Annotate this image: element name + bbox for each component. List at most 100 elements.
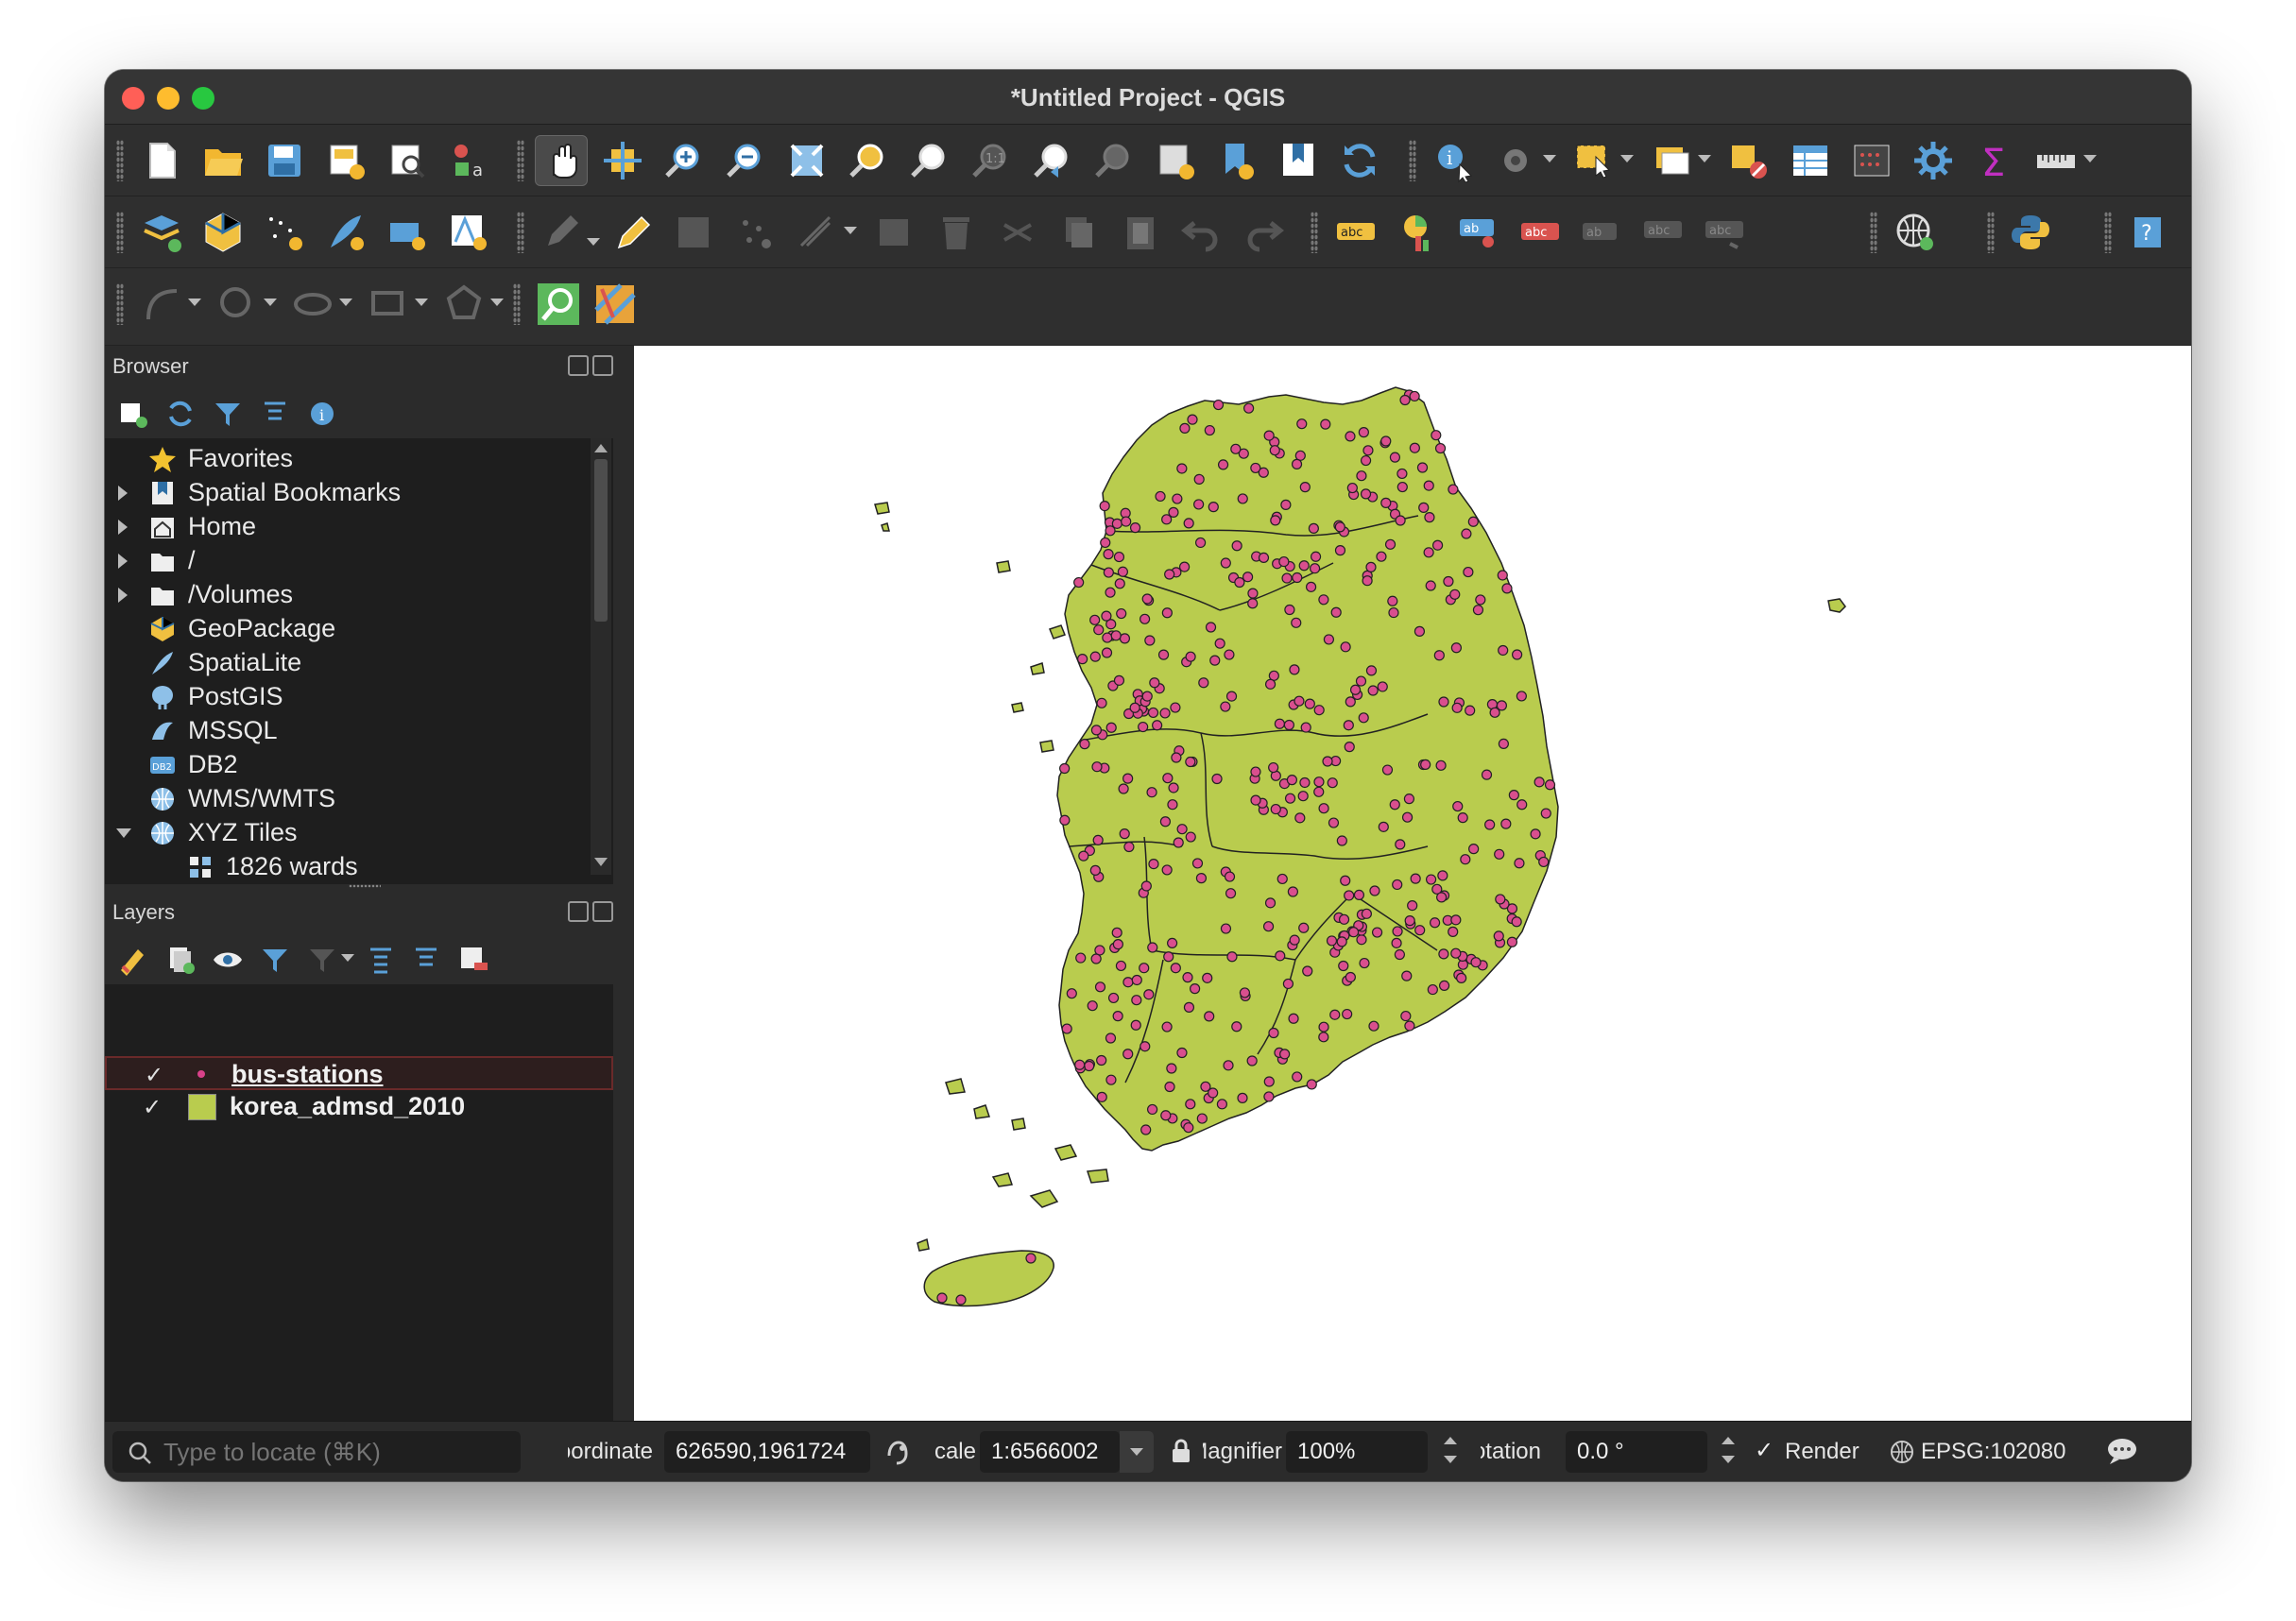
bus-station-point[interactable] xyxy=(1288,1013,1299,1024)
bus-station-point[interactable] xyxy=(1250,794,1261,806)
bus-station-point[interactable] xyxy=(1102,632,1113,643)
bus-station-point[interactable] xyxy=(1119,633,1131,644)
bus-station-point[interactable] xyxy=(1380,435,1392,447)
bus-station-point[interactable] xyxy=(1195,873,1208,884)
bus-station-point[interactable] xyxy=(1394,948,1405,961)
identify-features-icon[interactable]: i xyxy=(1428,135,1481,186)
bus-station-point[interactable] xyxy=(1500,818,1512,829)
bus-station-point[interactable] xyxy=(1146,787,1157,798)
bus-station-point[interactable] xyxy=(1196,1113,1208,1124)
render-checkbox[interactable]: ✓ xyxy=(1755,1437,1773,1464)
new-geopackage-layer-icon[interactable] xyxy=(197,207,249,258)
bus-station-point[interactable] xyxy=(1172,493,1183,504)
bus-station-point[interactable] xyxy=(1089,864,1101,876)
bus-station-point[interactable] xyxy=(1292,572,1303,584)
bus-station-point[interactable] xyxy=(1114,578,1125,589)
bus-station-point[interactable] xyxy=(1377,681,1388,692)
bus-station-point[interactable] xyxy=(1360,488,1372,500)
bus-station-point[interactable] xyxy=(1224,871,1236,882)
bus-station-point[interactable] xyxy=(1328,817,1340,828)
bus-station-point[interactable] xyxy=(1274,718,1285,729)
bus-station-point[interactable] xyxy=(1129,702,1140,713)
bus-station-point[interactable] xyxy=(1306,1079,1317,1090)
bus-station-point[interactable] xyxy=(1433,650,1445,661)
bus-station-point[interactable] xyxy=(1427,983,1438,996)
bus-station-point[interactable] xyxy=(1450,914,1462,926)
bus-station-point[interactable] xyxy=(1178,561,1191,572)
bus-station-point[interactable] xyxy=(1358,427,1369,438)
bus-station-point[interactable] xyxy=(1489,707,1500,718)
tree-item-postgis[interactable]: PostGIS xyxy=(105,680,587,714)
bus-station-point[interactable] xyxy=(1465,705,1476,716)
bus-station-point[interactable] xyxy=(1155,490,1166,503)
bus-station-point[interactable] xyxy=(1263,1076,1275,1087)
bus-station-point[interactable] xyxy=(1484,819,1496,830)
bus-station-point[interactable] xyxy=(1291,617,1302,628)
browser-scrollbar[interactable] xyxy=(591,438,611,875)
scroll-down-icon[interactable] xyxy=(594,858,608,866)
bus-station-point[interactable] xyxy=(1159,816,1172,828)
bus-station-point[interactable] xyxy=(1224,649,1235,660)
bus-station-point[interactable] xyxy=(1144,635,1156,646)
bus-station-point[interactable] xyxy=(1401,970,1413,981)
bus-station-point[interactable] xyxy=(1448,926,1459,937)
new-vector-tile-icon[interactable] xyxy=(442,207,495,258)
bus-station-point[interactable] xyxy=(1079,739,1090,750)
bus-station-point[interactable] xyxy=(1183,1001,1195,1013)
bus-station-point[interactable] xyxy=(1195,537,1207,549)
bus-station-point[interactable] xyxy=(1338,913,1350,925)
bus-station-point[interactable] xyxy=(1347,927,1360,938)
bus-station-point[interactable] xyxy=(1392,926,1403,937)
bus-station-point[interactable] xyxy=(1381,764,1394,776)
bus-station-point[interactable] xyxy=(1318,594,1329,606)
bus-station-point[interactable] xyxy=(1112,939,1123,950)
bus-station-point[interactable] xyxy=(1431,539,1444,551)
bus-station-point[interactable] xyxy=(1247,588,1259,599)
bus-station-point[interactable] xyxy=(1292,1071,1303,1083)
pan-map-icon[interactable] xyxy=(535,135,588,186)
bus-station-point[interactable] xyxy=(1431,430,1442,441)
bus-station-point[interactable] xyxy=(1361,908,1372,919)
bus-station-point[interactable] xyxy=(1220,923,1232,934)
chevron-down-icon[interactable] xyxy=(264,299,277,306)
new-virtual-layer-icon[interactable] xyxy=(381,207,434,258)
bus-station-point[interactable] xyxy=(1399,394,1411,406)
bus-station-point[interactable] xyxy=(1410,873,1421,884)
bus-station-point[interactable] xyxy=(1345,971,1356,983)
bus-station-point[interactable] xyxy=(1118,783,1129,794)
bus-station-point[interactable] xyxy=(1302,965,1313,977)
bus-station-point[interactable] xyxy=(1355,675,1367,687)
filter-by-expression-icon[interactable] xyxy=(303,941,341,979)
bus-station-point[interactable] xyxy=(1294,695,1305,707)
layer-visibility-checkbox[interactable]: ✓ xyxy=(143,1094,162,1121)
map-canvas[interactable] xyxy=(634,346,2191,1421)
rotation-field[interactable]: 0.0 ° xyxy=(1566,1431,1707,1473)
add-circular-string-icon[interactable] xyxy=(135,279,188,330)
bus-station-point[interactable] xyxy=(1514,858,1525,869)
bus-station-point[interactable] xyxy=(1234,576,1245,589)
bus-station-point[interactable] xyxy=(1123,841,1135,853)
new-project-icon[interactable] xyxy=(135,135,188,186)
bus-station-point[interactable] xyxy=(1409,390,1420,402)
lock-icon[interactable] xyxy=(1169,1437,1193,1465)
bus-station-point[interactable] xyxy=(1356,470,1367,482)
bus-station-point[interactable] xyxy=(1168,506,1179,518)
bus-station-point[interactable] xyxy=(1164,1081,1175,1093)
bus-station-point[interactable] xyxy=(1457,812,1468,824)
bus-station-point[interactable] xyxy=(1450,947,1462,959)
bus-station-point[interactable] xyxy=(1294,812,1306,824)
bus-station-point[interactable] xyxy=(1279,1049,1291,1060)
bus-station-point[interactable] xyxy=(1122,773,1134,784)
paste-features-icon[interactable] xyxy=(1114,207,1167,258)
bus-station-point[interactable] xyxy=(1167,937,1178,949)
bus-station-point[interactable] xyxy=(1358,712,1369,724)
bus-station-point[interactable] xyxy=(1318,1021,1329,1032)
bus-station-point[interactable] xyxy=(1061,1023,1072,1034)
bus-station-point[interactable] xyxy=(1540,808,1551,819)
bus-station-point[interactable] xyxy=(1534,776,1545,788)
filter-legend-icon[interactable] xyxy=(256,941,294,979)
bus-station-point[interactable] xyxy=(1342,1008,1353,1020)
bus-station-point[interactable] xyxy=(1089,614,1101,625)
bus-station-point[interactable] xyxy=(1111,927,1122,938)
bus-station-point[interactable] xyxy=(1110,630,1122,641)
